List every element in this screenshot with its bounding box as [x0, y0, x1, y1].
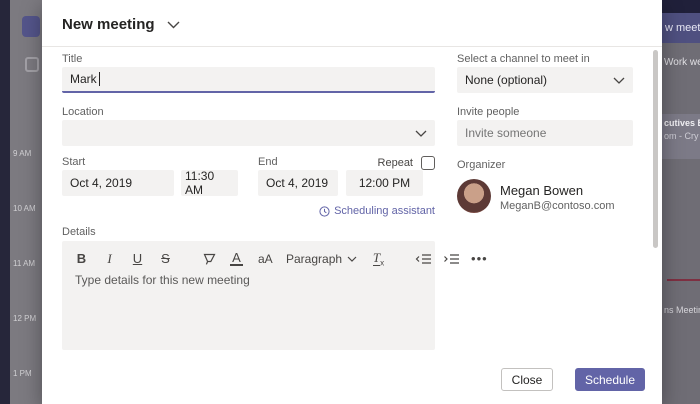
- time-label: 10 AM: [13, 204, 36, 213]
- details-label: Details: [62, 226, 96, 238]
- text-cursor: [98, 72, 100, 86]
- strikethrough-icon[interactable]: S: [159, 251, 172, 266]
- location-dropdown[interactable]: [62, 120, 435, 146]
- location-label: Location: [62, 106, 104, 118]
- title-input[interactable]: Mark: [62, 67, 435, 93]
- clear-formatting-icon[interactable]: Tx: [372, 250, 385, 268]
- dimmed-new-meeting-button: w meeti: [662, 13, 700, 43]
- dialog-header: New meeting: [62, 16, 180, 33]
- time-label: 12 PM: [13, 314, 37, 323]
- dimmed-work-week-label: Work we: [664, 57, 700, 68]
- chevron-down-icon: [613, 77, 625, 84]
- repeat-control: Repeat: [342, 156, 435, 170]
- organizer-label: Organizer: [457, 159, 506, 171]
- scheduling-assistant-label: Scheduling assistant: [334, 205, 435, 217]
- channel-dropdown[interactable]: None (optional): [457, 67, 633, 93]
- dialog-title: New meeting: [62, 16, 155, 33]
- start-label: Start: [62, 156, 86, 168]
- formatting-toolbar: B I U S A aA Paragraph Tx •••: [62, 241, 487, 268]
- start-time-picker[interactable]: 11:30 AM: [181, 169, 238, 197]
- underline-icon[interactable]: U: [131, 251, 144, 266]
- chevron-down-icon: [415, 130, 427, 137]
- repeat-label: Repeat: [377, 157, 413, 169]
- title-label: Title: [62, 53, 83, 65]
- highlight-icon[interactable]: [202, 252, 216, 266]
- event-location-fragment: om - Cry: [664, 131, 699, 141]
- end-date-picker[interactable]: Oct 4, 2019: [258, 170, 338, 196]
- font-size-icon[interactable]: aA: [258, 252, 273, 266]
- bold-icon[interactable]: B: [75, 251, 88, 266]
- dimmed-event-fragment: ns Meetin: [664, 305, 700, 315]
- schedule-button[interactable]: Schedule: [575, 368, 645, 391]
- more-options-icon[interactable]: •••: [471, 251, 487, 266]
- dimmed-calendar-event: cutives Bi om - Cry: [662, 114, 700, 159]
- app-top-bar: [662, 0, 700, 13]
- organizer-name: Megan Bowen: [500, 183, 584, 198]
- invite-people-input[interactable]: [465, 126, 625, 140]
- clock-icon: [319, 205, 330, 217]
- end-time-picker[interactable]: 12:00 PM: [346, 170, 423, 196]
- new-meeting-dialog: New meeting Title Mark Location Start En…: [42, 0, 662, 404]
- details-placeholder: Type details for this new meeting: [75, 273, 250, 287]
- repeat-checkbox[interactable]: [421, 156, 435, 170]
- indent-icon[interactable]: [443, 253, 460, 265]
- time-label: 11 AM: [13, 259, 36, 268]
- dimmed-calendar-icon: [25, 57, 39, 72]
- channel-value: None (optional): [465, 73, 548, 87]
- paragraph-style-dropdown[interactable]: Paragraph: [286, 252, 357, 266]
- invite-people-field: [457, 120, 633, 146]
- calendar-background-right: w meeti Work we cutives Bi om - Cry ns M…: [662, 0, 700, 404]
- scheduling-assistant-link[interactable]: Scheduling assistant: [62, 205, 435, 217]
- organizer-email: MeganB@contoso.com: [500, 200, 615, 212]
- outdent-icon[interactable]: [415, 253, 432, 265]
- close-button[interactable]: Close: [501, 368, 553, 391]
- time-label: 1 PM: [13, 369, 32, 378]
- title-value: Mark: [70, 72, 97, 86]
- chevron-down-icon: [347, 256, 357, 262]
- dialog-scrollbar[interactable]: [653, 50, 658, 248]
- header-divider: [42, 46, 662, 47]
- channel-label: Select a channel to meet in: [457, 53, 590, 65]
- invite-people-label: Invite people: [457, 106, 520, 118]
- end-label: End: [258, 156, 278, 168]
- start-date-picker[interactable]: Oct 4, 2019: [62, 170, 174, 196]
- event-title-fragment: cutives Bi: [664, 118, 700, 128]
- time-label: 9 AM: [13, 149, 32, 158]
- app-left-rail: [0, 0, 10, 404]
- italic-icon[interactable]: I: [103, 251, 116, 267]
- current-time-indicator: [667, 279, 700, 281]
- dimmed-toolbar-icon: [22, 16, 40, 37]
- font-color-icon[interactable]: A: [230, 251, 243, 267]
- details-editor[interactable]: B I U S A aA Paragraph Tx ••• Type detai…: [62, 241, 487, 350]
- organizer-avatar: [457, 179, 491, 213]
- chevron-down-icon[interactable]: [167, 21, 180, 29]
